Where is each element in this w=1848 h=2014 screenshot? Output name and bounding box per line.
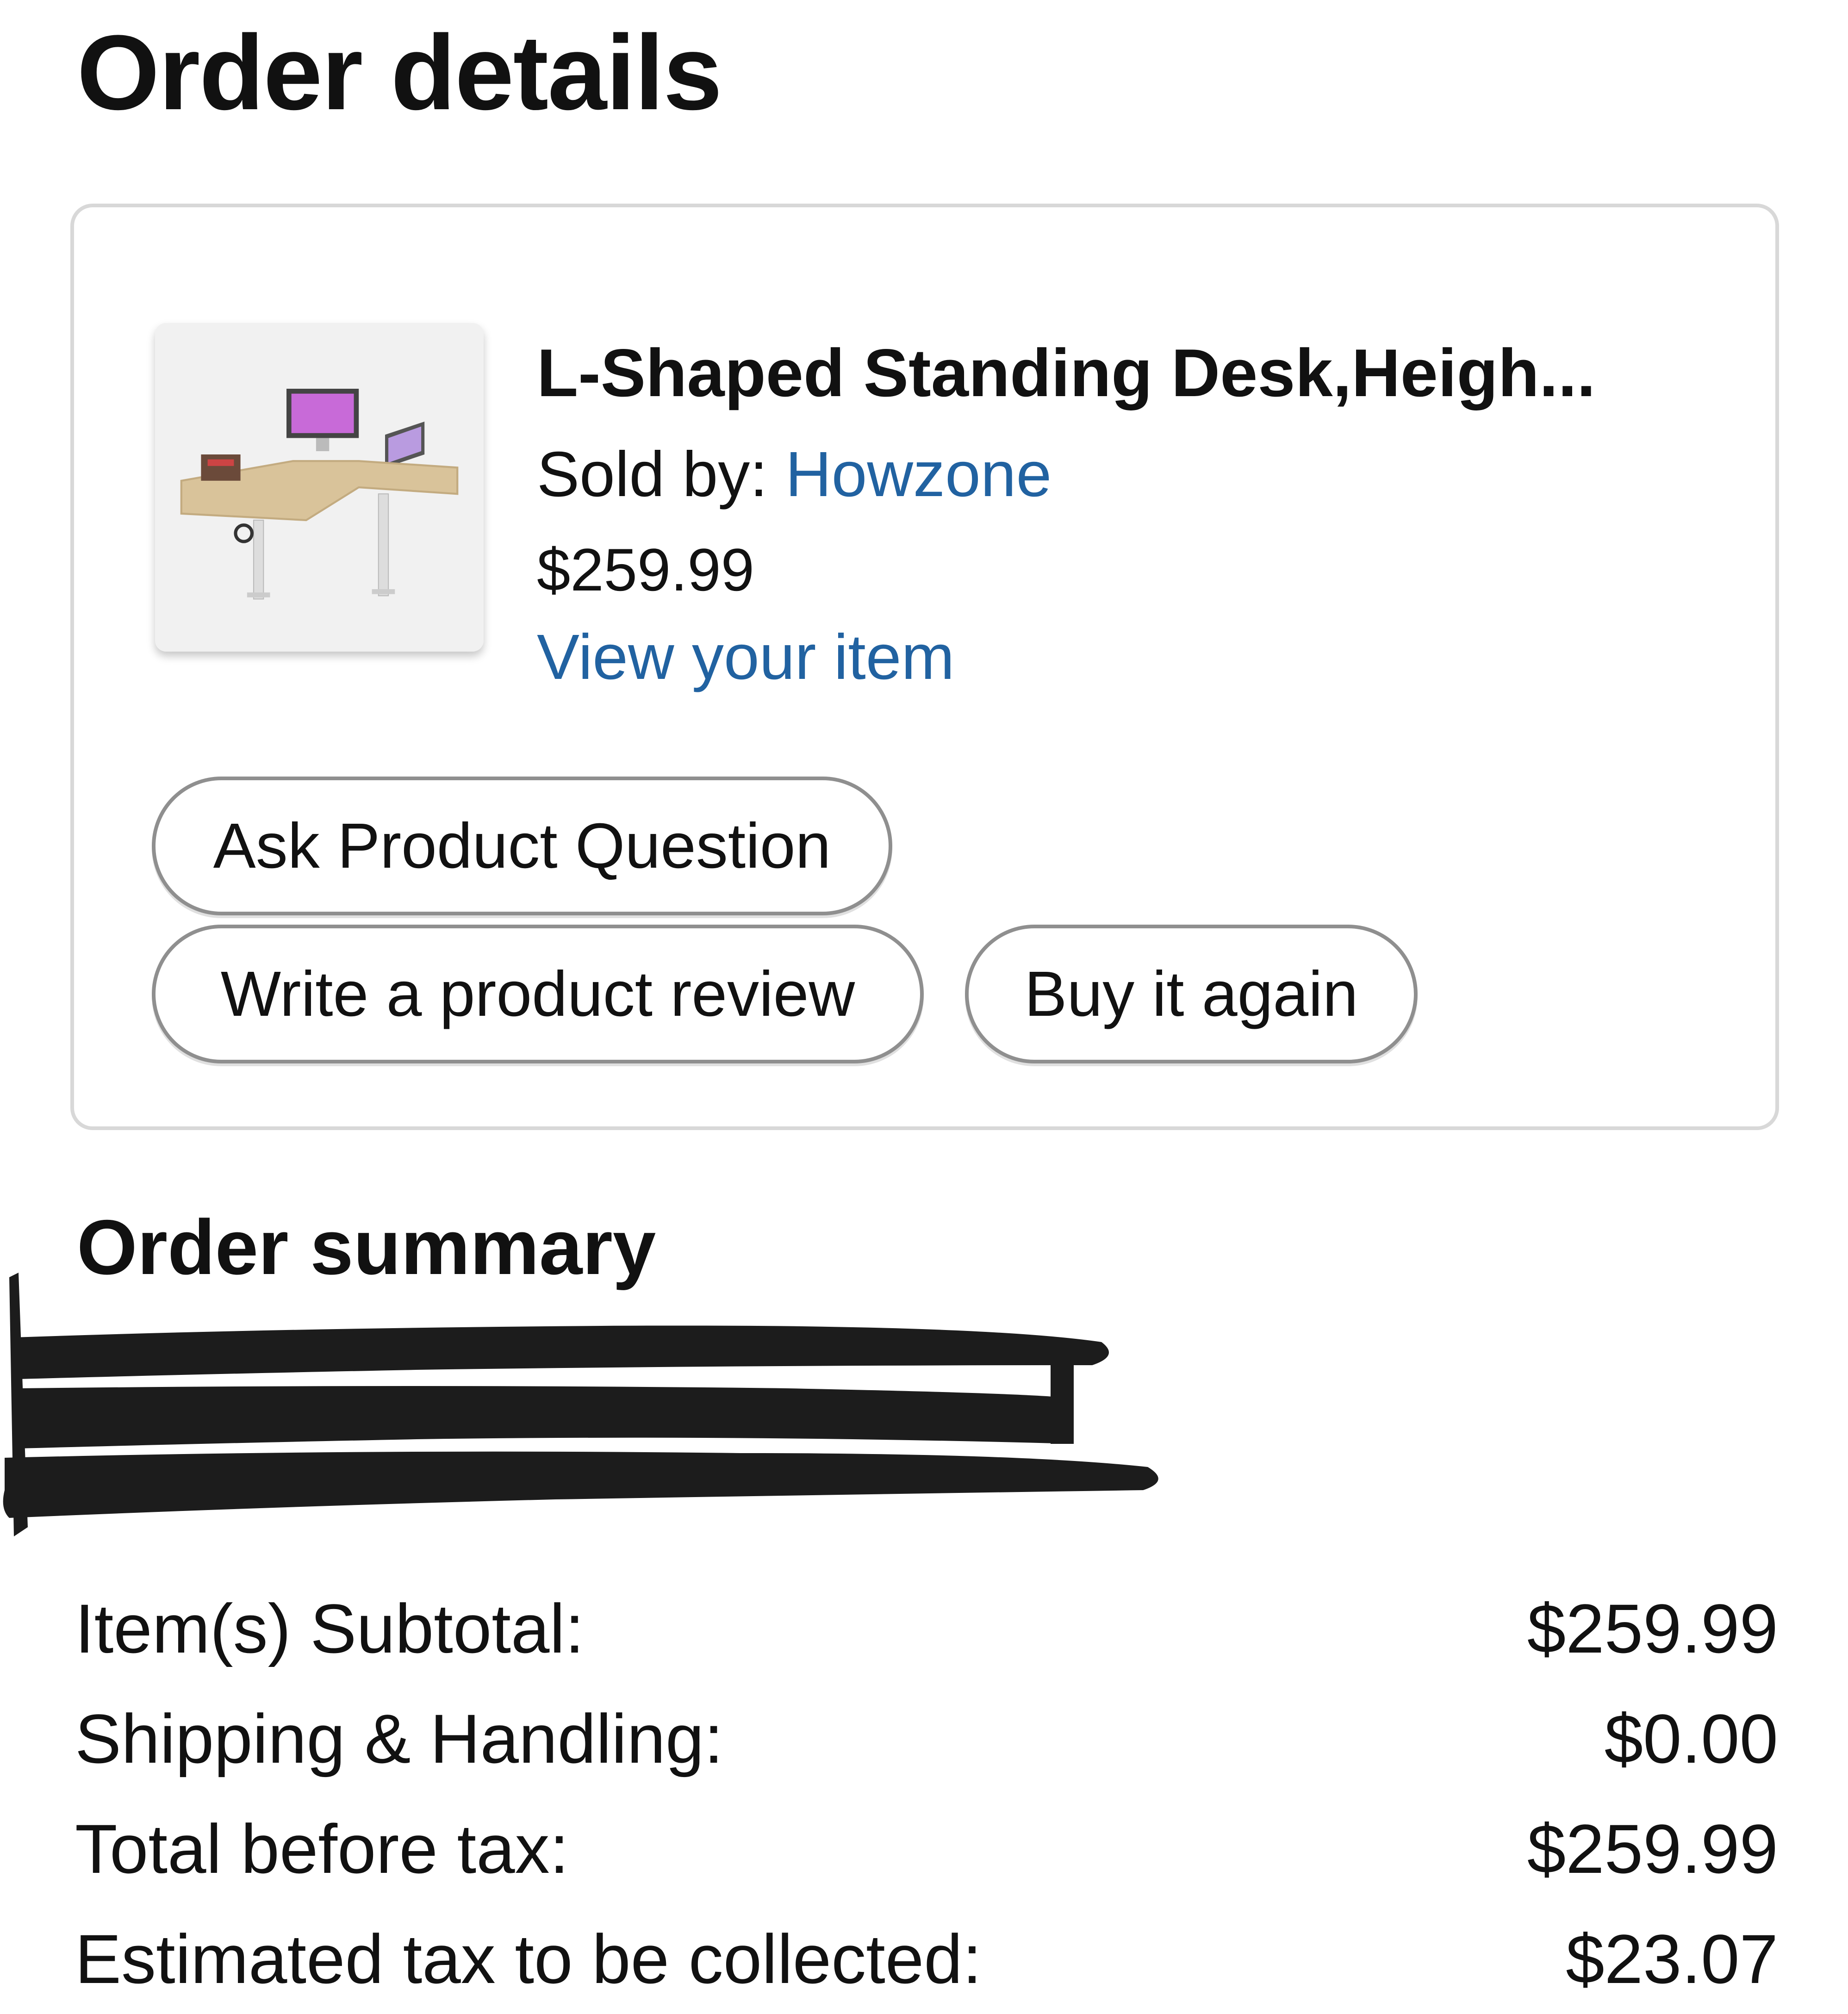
product-title[interactable]: L-Shaped Standing Desk,Heigh... — [537, 332, 1596, 413]
summary-label: Item(s) Subtotal: — [75, 1590, 585, 1667]
summary-value: $23.07 — [1566, 1920, 1778, 1998]
summary-label: Estimated tax to be collected: — [75, 1920, 982, 1998]
summary-label: Shipping & Handling: — [75, 1700, 723, 1778]
write-review-button[interactable]: Write a product review — [152, 925, 924, 1063]
sold-by-line: Sold by: Howzone — [537, 436, 1052, 513]
page-title: Order details — [77, 13, 722, 132]
order-summary-rows: Item(s) Subtotal: $259.99 Shipping & Han… — [75, 1573, 1778, 2014]
redaction-scribble — [0, 1249, 1180, 1546]
buy-again-button[interactable]: Buy it again — [965, 925, 1418, 1063]
ask-product-question-button[interactable]: Ask Product Question — [152, 777, 892, 915]
summary-value: $259.99 — [1527, 1810, 1778, 1888]
item-price: $259.99 — [537, 536, 754, 603]
summary-row-estimated-tax: Estimated tax to be collected: $23.07 — [75, 1904, 1778, 2014]
summary-value: $0.00 — [1604, 1700, 1778, 1778]
summary-row-subtotal: Item(s) Subtotal: $259.99 — [75, 1573, 1778, 1684]
desk-image-icon — [155, 323, 484, 652]
seller-link[interactable]: Howzone — [785, 439, 1052, 510]
summary-value: $259.99 — [1527, 1590, 1778, 1667]
view-item-link[interactable]: View your item — [537, 619, 954, 696]
summary-label: Total before tax: — [75, 1810, 569, 1888]
sold-by-label: Sold by: — [537, 439, 785, 510]
summary-row-total-before-tax: Total before tax: $259.99 — [75, 1794, 1778, 1904]
product-image[interactable] — [155, 323, 484, 652]
summary-row-shipping: Shipping & Handling: $0.00 — [75, 1684, 1778, 1794]
order-item-card: L-Shaped Standing Desk,Heigh... Sold by:… — [70, 204, 1779, 1130]
